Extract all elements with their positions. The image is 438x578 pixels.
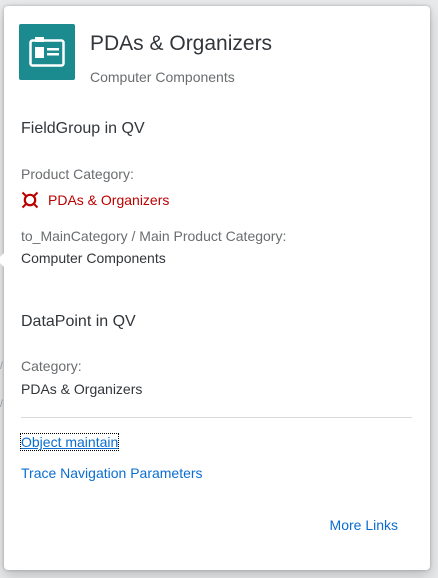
page-title: PDAs & Organizers xyxy=(90,32,273,55)
datapoint-title: DataPoint in QV xyxy=(21,313,136,330)
product-card-icon xyxy=(19,24,75,80)
popover-header: PDAs & Organizers Computer Components xyxy=(19,24,415,85)
product-category-text: PDAs & Organizers xyxy=(48,192,170,208)
category-label: Category: xyxy=(21,358,82,374)
object-maintain-link[interactable]: Object maintain xyxy=(19,433,120,451)
category-value: PDAs & Organizers xyxy=(21,381,143,397)
page-subtitle: Computer Components xyxy=(90,69,235,85)
main-category-value: Computer Components xyxy=(21,250,166,266)
trace-navigation-parameters-link[interactable]: Trace Navigation Parameters xyxy=(21,465,203,481)
product-category-value: PDAs & Organizers xyxy=(21,191,169,209)
popover-arrow xyxy=(0,253,4,267)
main-category-label: to_MainCategory / Main Product Category: xyxy=(21,228,287,244)
divider xyxy=(21,417,412,418)
quick-view-popover: PDAs & Organizers Computer Components Fi… xyxy=(0,6,430,570)
alert-status-icon xyxy=(21,191,39,209)
more-links-button[interactable]: More Links xyxy=(330,517,398,533)
product-category-label: Product Category: xyxy=(21,166,134,182)
fieldgroup-title: FieldGroup in QV xyxy=(21,120,145,137)
